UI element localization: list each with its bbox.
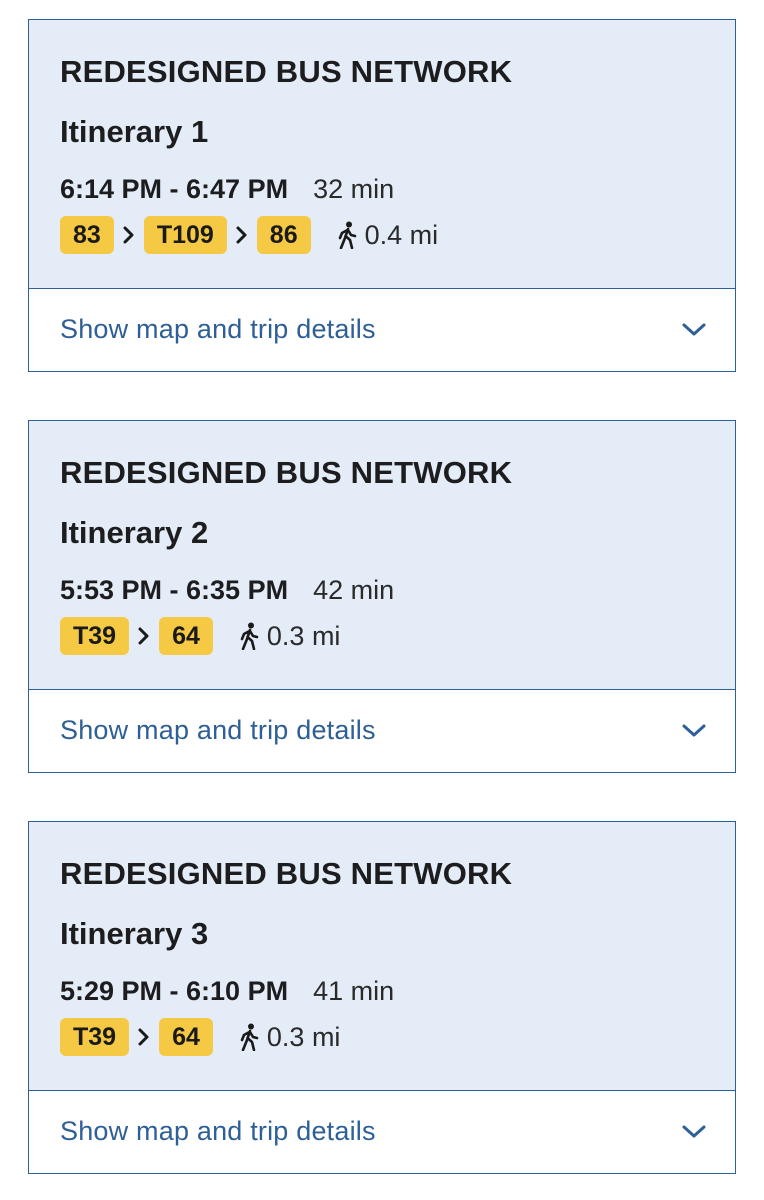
route-badge: 83 — [60, 216, 114, 254]
route-badge: T39 — [60, 617, 130, 655]
itinerary-title: Itinerary 1 — [60, 114, 209, 149]
time-row: 5:53 PM - 6:35 PM 42 min — [60, 575, 394, 606]
show-trip-details-toggle[interactable]: Show map and trip details — [29, 288, 735, 371]
time-row: 5:29 PM - 6:10 PM 41 min — [60, 976, 394, 1007]
itinerary-summary: REDESIGNED BUS NETWORK Itinerary 2 5:53 … — [29, 421, 735, 690]
time-range: 6:14 PM - 6:47 PM — [60, 174, 289, 204]
walk-distance: 0.4 mi — [337, 219, 439, 251]
walk-distance-value: 0.3 mi — [266, 1021, 341, 1052]
walk-distance: 0.3 mi — [239, 1021, 341, 1053]
network-label: REDESIGNED BUS NETWORK — [60, 856, 513, 891]
itinerary-card-3: REDESIGNED BUS NETWORK Itinerary 3 5:29 … — [28, 821, 736, 1174]
chevron-down-icon — [682, 724, 706, 736]
trip-duration: 32 min — [313, 174, 395, 204]
itinerary-card-1: REDESIGNED BUS NETWORK Itinerary 1 6:14 … — [28, 19, 736, 372]
chevron-right-icon — [129, 1018, 159, 1056]
walk-distance-value: 0.3 mi — [266, 620, 341, 651]
route-badge: 64 — [159, 617, 213, 655]
itinerary-title: Itinerary 2 — [60, 515, 209, 550]
walk-distance: 0.3 mi — [239, 620, 341, 652]
itinerary-title: Itinerary 3 — [60, 916, 209, 951]
route-badge: T39 — [60, 1018, 130, 1056]
time-range: 5:53 PM - 6:35 PM — [60, 575, 289, 605]
itinerary-summary: REDESIGNED BUS NETWORK Itinerary 1 6:14 … — [29, 20, 735, 289]
route-row: T39 64 0.3 mi — [60, 617, 340, 655]
show-trip-details-toggle[interactable]: Show map and trip details — [29, 689, 735, 772]
route-badge: T109 — [143, 216, 227, 254]
itinerary-card-2: REDESIGNED BUS NETWORK Itinerary 2 5:53 … — [28, 420, 736, 773]
chevron-down-icon — [682, 323, 706, 335]
trip-duration: 42 min — [313, 575, 395, 605]
chevron-right-icon — [129, 617, 159, 655]
itinerary-summary: REDESIGNED BUS NETWORK Itinerary 3 5:29 … — [29, 822, 735, 1091]
network-label: REDESIGNED BUS NETWORK — [60, 455, 513, 490]
time-row: 6:14 PM - 6:47 PM 32 min — [60, 174, 394, 205]
route-row: 83 T109 86 0.4 mi — [60, 216, 438, 254]
walk-distance-value: 0.4 mi — [364, 219, 439, 250]
walking-person-icon — [338, 221, 356, 249]
trip-duration: 41 min — [313, 976, 395, 1006]
chevron-right-icon — [227, 216, 257, 254]
chevron-right-icon — [114, 216, 144, 254]
route-row: T39 64 0.3 mi — [60, 1018, 340, 1056]
walking-person-icon — [240, 1023, 259, 1051]
show-trip-details-label: Show map and trip details — [60, 314, 376, 344]
route-badge: 86 — [256, 216, 311, 254]
show-trip-details-toggle[interactable]: Show map and trip details — [29, 1090, 735, 1173]
time-range: 5:29 PM - 6:10 PM — [60, 976, 289, 1006]
show-trip-details-label: Show map and trip details — [60, 715, 376, 745]
network-label: REDESIGNED BUS NETWORK — [60, 54, 513, 89]
route-badge: 64 — [159, 1018, 213, 1056]
chevron-down-icon — [682, 1125, 706, 1137]
show-trip-details-label: Show map and trip details — [60, 1116, 376, 1146]
walking-person-icon — [240, 622, 259, 650]
